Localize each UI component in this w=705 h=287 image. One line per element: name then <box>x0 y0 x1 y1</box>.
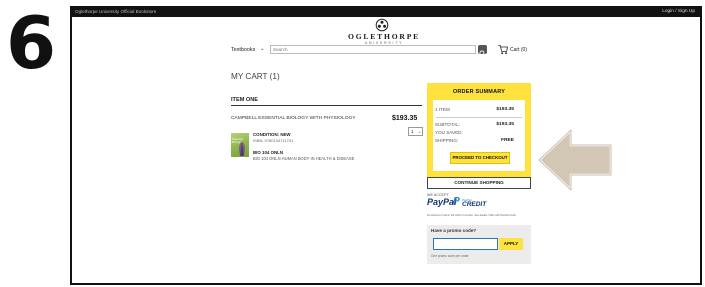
university-seal-icon <box>375 18 389 32</box>
paypal-credit-mark-icon: P <box>453 196 460 207</box>
chevron-down-icon: ⌄ <box>418 129 422 134</box>
course-code: BIO 104 ONLN <box>253 150 284 155</box>
apply-promo-button[interactable]: APPLY <box>499 238 523 250</box>
login-signup-link[interactable]: Login / Sign Up <box>662 9 695 14</box>
brand-name[interactable]: OGLETHORPE <box>324 32 444 41</box>
shipping-value: FREE <box>500 138 514 143</box>
order-summary-title: ORDER SUMMARY <box>452 89 506 95</box>
product-title[interactable]: CAMPBELL ESSENTIAL BIOLOGY WITH PHYSIOLO… <box>231 116 356 121</box>
cart-link[interactable]: Cart (0) <box>510 47 527 53</box>
search-input[interactable] <box>273 46 469 53</box>
subtotal-label: SUBTOTAL: <box>435 122 461 127</box>
callout-arrow-icon <box>537 128 613 192</box>
cart-icon[interactable] <box>498 44 508 55</box>
paypal-note: No Interest if paid in full within 6 mon… <box>427 214 517 217</box>
search-field[interactable] <box>270 45 476 54</box>
shipping-label: SHIPPING: <box>435 138 459 143</box>
product-condition: CONDITION: NEW <box>253 132 291 137</box>
promo-title: Have a promo code? <box>431 228 477 233</box>
search-button[interactable] <box>478 45 487 57</box>
quantity-select[interactable]: 1 ⌄ <box>408 127 423 136</box>
promo-code-input[interactable] <box>433 238 498 250</box>
category-dropdown[interactable]: Textbooks <box>231 47 255 53</box>
step-number: 6 <box>6 1 57 85</box>
course-name: BIO 104 ONLN HUMAN BODY IN HEALTH & DISE… <box>253 156 355 161</box>
item-heading: ITEM ONE <box>231 97 259 103</box>
top-bar: Oglethorpe University Official Bookstore… <box>72 8 700 17</box>
product-isbn: ISBN: 9780134711751 <box>253 138 294 143</box>
promo-note: One promo code per order. <box>431 254 470 258</box>
continue-shopping-button[interactable]: CONTINUE SHOPPING <box>427 177 531 189</box>
subtotal-value: $193.35 <box>496 122 514 127</box>
product-price: $193.35 <box>392 115 418 122</box>
topbar-store-name: Oglethorpe University Official Bookstore <box>75 9 157 14</box>
book-cover-image: Essential Biology <box>231 133 249 157</box>
tutorial-page: 6 Oglethorpe University Official Booksto… <box>0 0 705 287</box>
proceed-to-checkout-button[interactable]: PROCEED TO CHECKOUT <box>450 152 510 164</box>
cart-heading: MY CART (1) <box>231 72 280 81</box>
item-divider <box>231 105 422 106</box>
quantity-value: 1 <box>411 129 414 134</box>
search-icon <box>479 50 486 57</box>
you-saved-label: YOU SAVED: <box>435 130 463 135</box>
summary-items-label: 1 ITEM <box>435 107 450 112</box>
chevron-down-icon[interactable]: ⌄ <box>260 46 265 52</box>
paypal-credit-logo: CREDIT <box>462 201 487 208</box>
summary-items-value: $193.35 <box>496 107 514 112</box>
summary-divider <box>436 117 522 118</box>
